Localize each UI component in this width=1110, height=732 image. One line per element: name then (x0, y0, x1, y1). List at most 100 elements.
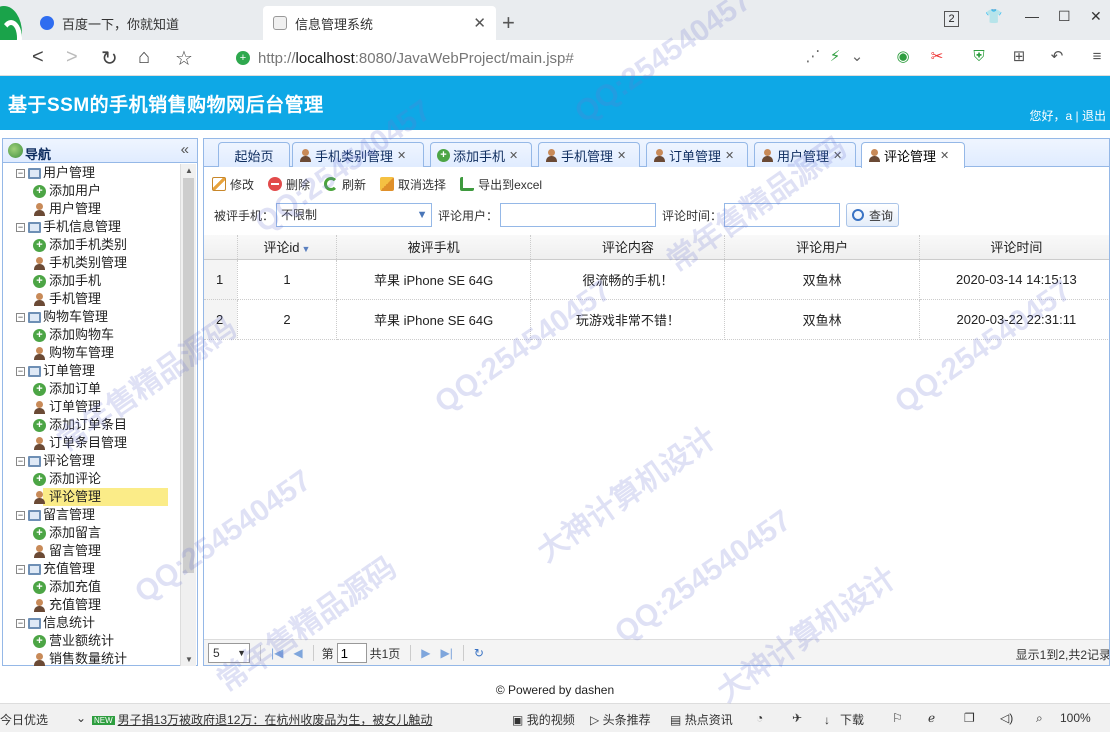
sidebar-group[interactable]: − 购物车管理 (3, 308, 181, 326)
page-number-input[interactable] (336, 643, 367, 663)
close-tab-icon[interactable]: ✕ (397, 149, 406, 162)
apps-grid-icon[interactable]: ⊞ (1010, 48, 1028, 66)
sidebar-item[interactable]: + 添加评论 (3, 470, 181, 488)
table-row[interactable]: 2 2 苹果 iPhone SE 64G 玩游戏非常不错！ 双鱼林 2020-0… (204, 299, 1109, 340)
content-tab[interactable]: 手机类别管理 ✕ (292, 142, 424, 167)
chevron-down-icon[interactable]: ⌄ (76, 711, 86, 725)
sidebar-item[interactable]: 购物车管理 (3, 344, 181, 362)
time-filter-input[interactable] (724, 203, 841, 227)
sidebar-item[interactable]: + 添加手机 (3, 272, 181, 290)
page-size-select[interactable]: 5 ▼ (208, 643, 250, 663)
browser-tab-active[interactable]: 信息管理系统 ✕ (263, 6, 496, 40)
collapse-node-icon[interactable]: − (16, 367, 25, 377)
sidebar-group[interactable]: − 信息统计 (3, 614, 181, 632)
pin-icon[interactable]: ✈ (792, 711, 802, 725)
user-filter-input[interactable] (500, 203, 657, 227)
collapse-node-icon[interactable]: − (16, 169, 25, 179)
collapse-node-icon[interactable]: − (16, 619, 25, 629)
pager-refresh-icon[interactable]: ↻ (474, 646, 484, 660)
scrollbar-thumb[interactable] (183, 178, 194, 573)
sidebar-item[interactable]: + 添加充值 (3, 578, 181, 596)
content-tab[interactable]: + 添加手机 ✕ (430, 142, 532, 167)
zoom-level[interactable]: 100% (1060, 711, 1091, 725)
flag-icon[interactable]: ⚐ (892, 711, 903, 725)
column-header-phone[interactable]: 被评手机 (336, 235, 532, 260)
collapse-node-icon[interactable]: − (16, 457, 25, 467)
headlines-link[interactable]: ▷ 头条推荐 (590, 711, 651, 728)
close-window-icon[interactable]: ✕ (1090, 8, 1102, 25)
collapse-sidebar-icon[interactable]: « (181, 141, 189, 158)
sidebar-item[interactable]: 充值管理 (3, 596, 181, 614)
content-tab[interactable]: 订单管理 ✕ (646, 142, 748, 167)
share-icon[interactable]: ⋰ (804, 48, 822, 66)
sidebar-item[interactable]: 评论管理 (3, 488, 181, 506)
sidebar-group[interactable]: − 留言管理 (3, 506, 181, 524)
close-tab-icon[interactable]: ✕ (940, 149, 949, 162)
reload-icon[interactable]: ↻ (101, 46, 118, 71)
scroll-down-icon[interactable]: ▼ (185, 655, 193, 664)
sidebar-group[interactable]: − 订单管理 (3, 362, 181, 380)
sidebar-item[interactable]: 手机管理 (3, 290, 181, 308)
browser-tab-baidu[interactable]: 百度一下，你就知道 (30, 6, 262, 40)
speed-icon[interactable]: ◔ (756, 711, 763, 725)
shirt-icon[interactable]: 👕 (985, 8, 1002, 25)
export-excel-button[interactable]: 导出到excel (460, 176, 542, 193)
delete-button[interactable]: 删除 (268, 176, 310, 193)
lightning-icon[interactable]: ⚡ (826, 48, 844, 66)
sidebar-item[interactable]: + 添加订单条目 (3, 416, 181, 434)
sidebar-item[interactable]: 手机类别管理 (3, 254, 181, 272)
sidebar-item[interactable]: + 添加订单 (3, 380, 181, 398)
column-header-id[interactable]: 评论id ▼ (237, 235, 338, 260)
news-headline[interactable]: 男子捐13万被政府退12万：在杭州收废品为生，被女儿触动 (118, 713, 433, 727)
sidebar-group[interactable]: − 手机信息管理 (3, 218, 181, 236)
edit-button[interactable]: 修改 (212, 176, 254, 193)
close-tab-icon[interactable]: ✕ (617, 149, 626, 162)
content-tab[interactable]: 评论管理 ✕ (861, 142, 965, 168)
extension-circle-icon[interactable]: ◉ (894, 48, 912, 66)
sidebar-item[interactable]: 用户管理 (3, 200, 181, 218)
sidebar-scrollbar[interactable]: ▲ ▼ (180, 164, 196, 666)
scroll-up-icon[interactable]: ▲ (185, 166, 193, 175)
favorite-star-icon[interactable]: ☆ (175, 46, 193, 71)
unselect-button[interactable]: 取消选择 (380, 176, 446, 193)
last-page-icon[interactable]: ▶| (441, 646, 453, 660)
content-tab[interactable]: 手机管理 ✕ (538, 142, 640, 167)
content-tab[interactable]: 起始页 (218, 142, 290, 167)
news-ticker[interactable]: NEW 男子捐13万被政府退12万：在杭州收废品为生，被女儿触动 (92, 711, 432, 728)
sidebar-item[interactable]: 销售数量统计 (3, 650, 181, 666)
forward-icon[interactable]: > (66, 46, 78, 69)
sidebar-group[interactable]: − 充值管理 (3, 560, 181, 578)
chevron-down-icon[interactable]: ⌄ (848, 48, 866, 66)
minimize-icon[interactable]: — (1025, 8, 1039, 24)
hot-news-link[interactable]: ▤ 热点资讯 (670, 711, 733, 728)
sidebar-item[interactable]: + 添加购物车 (3, 326, 181, 344)
prev-page-icon[interactable]: ◀ (293, 646, 302, 660)
today-picks-link[interactable]: 今日优选 (0, 711, 48, 728)
sidebar-item[interactable]: 订单管理 (3, 398, 181, 416)
column-header-time[interactable]: 评论时间 (919, 235, 1109, 260)
query-button[interactable]: 查询 (846, 203, 900, 227)
my-video-link[interactable]: ▣ 我的视频 (512, 711, 575, 728)
sidebar-item[interactable]: + 营业额统计 (3, 632, 181, 650)
first-page-icon[interactable]: |◀ (271, 646, 283, 660)
zoom-search-icon[interactable]: ⌕ (1036, 711, 1043, 726)
next-page-icon[interactable]: ▶ (421, 646, 430, 660)
undo-icon[interactable]: ↶ (1048, 48, 1066, 66)
sidebar-group[interactable]: − 用户管理 (3, 164, 181, 182)
home-icon[interactable]: ⌂ (138, 46, 150, 69)
collapse-node-icon[interactable]: − (16, 565, 25, 575)
url-field[interactable]: + http://localhost:8080/JavaWebProject/m… (228, 44, 868, 72)
sidebar-item[interactable]: + 添加留言 (3, 524, 181, 542)
menu-icon[interactable]: ≡ (1088, 48, 1106, 66)
sidebar-item[interactable]: + 添加用户 (3, 182, 181, 200)
volume-icon[interactable]: ◁) (1000, 711, 1013, 725)
close-tab-icon[interactable]: ✕ (725, 149, 734, 162)
collapse-node-icon[interactable]: − (16, 313, 25, 323)
ie-icon[interactable]: ℯ (928, 711, 935, 725)
sidebar-group[interactable]: − 评论管理 (3, 452, 181, 470)
sidebar-item[interactable]: + 添加手机类别 (3, 236, 181, 254)
close-tab-icon[interactable]: ✕ (833, 149, 842, 162)
scissors-icon[interactable]: ✂ (928, 48, 946, 66)
column-header-user[interactable]: 评论用户 (724, 235, 920, 260)
back-icon[interactable]: < (32, 46, 44, 69)
